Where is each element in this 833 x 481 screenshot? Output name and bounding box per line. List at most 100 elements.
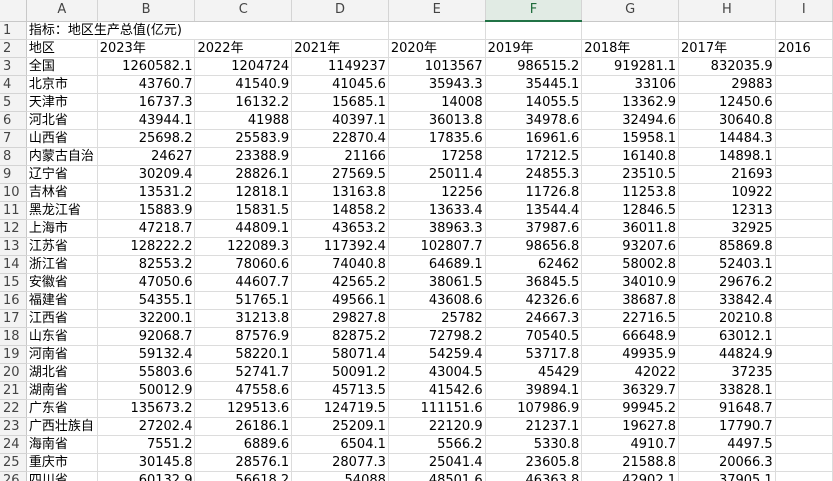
value-cell[interactable]: 34978.6: [485, 111, 583, 130]
value-cell[interactable]: 51765.1: [194, 291, 293, 310]
row-header-3[interactable]: 3: [0, 57, 27, 76]
value-cell[interactable]: 25041.4: [388, 453, 486, 472]
value-cell[interactable]: [775, 291, 833, 310]
value-cell[interactable]: [775, 435, 833, 454]
value-cell[interactable]: 117392.4: [291, 237, 389, 256]
region-cell[interactable]: 江苏省: [26, 237, 98, 256]
value-cell[interactable]: 74040.8: [291, 255, 389, 274]
value-cell[interactable]: 33106: [581, 75, 679, 94]
row-header-13[interactable]: 13: [0, 237, 27, 256]
cell[interactable]: [775, 21, 833, 40]
data-grid[interactable]: A B C D E F G H I 1 指标：地区生产总值(亿元) 2 地区 2…: [0, 0, 833, 481]
value-cell[interactable]: 13633.4: [388, 201, 486, 220]
value-cell[interactable]: 29676.2: [678, 273, 776, 292]
cell[interactable]: [485, 21, 583, 40]
value-cell[interactable]: [775, 345, 833, 364]
region-cell[interactable]: 湖南省: [26, 381, 98, 400]
value-cell[interactable]: 28576.1: [194, 453, 293, 472]
value-cell[interactable]: 52403.1: [678, 255, 776, 274]
column-header-A[interactable]: A: [26, 0, 98, 22]
value-cell[interactable]: 60132.9: [97, 471, 196, 481]
value-cell[interactable]: 13163.8: [291, 183, 389, 202]
value-cell[interactable]: 45429: [485, 363, 583, 382]
value-cell[interactable]: 93207.6: [581, 237, 679, 256]
cell[interactable]: [581, 21, 679, 40]
cell[interactable]: [678, 21, 776, 40]
value-cell[interactable]: 21588.8: [581, 453, 679, 472]
value-cell[interactable]: 1013567: [388, 57, 486, 76]
region-cell[interactable]: 四川省: [26, 471, 98, 481]
region-cell[interactable]: 河北省: [26, 111, 98, 130]
region-cell[interactable]: 重庆市: [26, 453, 98, 472]
value-cell[interactable]: [775, 129, 833, 148]
value-cell[interactable]: 87576.9: [194, 327, 293, 346]
region-cell[interactable]: 浙江省: [26, 255, 98, 274]
row-header-19[interactable]: 19: [0, 345, 27, 364]
value-cell[interactable]: 24667.3: [485, 309, 583, 328]
column-header-G[interactable]: G: [581, 0, 679, 22]
value-cell[interactable]: [775, 219, 833, 238]
value-cell[interactable]: 107986.9: [485, 399, 583, 418]
row-header-2[interactable]: 2: [0, 39, 27, 58]
value-cell[interactable]: 15883.9: [97, 201, 196, 220]
value-cell[interactable]: 16737.3: [97, 93, 196, 112]
value-cell[interactable]: 85869.8: [678, 237, 776, 256]
row-header-5[interactable]: 5: [0, 93, 27, 112]
value-cell[interactable]: 35445.1: [485, 75, 583, 94]
row-header-26[interactable]: 26: [0, 471, 27, 481]
value-cell[interactable]: 28826.1: [194, 165, 293, 184]
value-cell[interactable]: 128222.2: [97, 237, 196, 256]
value-cell[interactable]: 34010.9: [581, 273, 679, 292]
header-cell-year[interactable]: 2018年: [581, 39, 679, 58]
value-cell[interactable]: 17790.7: [678, 417, 776, 436]
value-cell[interactable]: 91648.7: [678, 399, 776, 418]
row-header-23[interactable]: 23: [0, 417, 27, 436]
value-cell[interactable]: 41988: [194, 111, 293, 130]
value-cell[interactable]: 1149237: [291, 57, 389, 76]
value-cell[interactable]: 12846.5: [581, 201, 679, 220]
value-cell[interactable]: 32200.1: [97, 309, 196, 328]
value-cell[interactable]: 23605.8: [485, 453, 583, 472]
value-cell[interactable]: 23388.9: [194, 147, 293, 166]
region-cell[interactable]: 江西省: [26, 309, 98, 328]
value-cell[interactable]: [775, 255, 833, 274]
header-cell-year[interactable]: 2021年: [291, 39, 389, 58]
value-cell[interactable]: 58220.1: [194, 345, 293, 364]
value-cell[interactable]: 13531.2: [97, 183, 196, 202]
row-header-25[interactable]: 25: [0, 453, 27, 472]
value-cell[interactable]: [775, 417, 833, 436]
header-cell-year[interactable]: 2020年: [388, 39, 486, 58]
value-cell[interactable]: 58002.8: [581, 255, 679, 274]
value-cell[interactable]: 13362.9: [581, 93, 679, 112]
value-cell[interactable]: 42565.2: [291, 273, 389, 292]
value-cell[interactable]: 4910.7: [581, 435, 679, 454]
value-cell[interactable]: 111151.6: [388, 399, 486, 418]
column-header-D[interactable]: D: [291, 0, 389, 22]
value-cell[interactable]: 33842.4: [678, 291, 776, 310]
value-cell[interactable]: [775, 147, 833, 166]
value-cell[interactable]: 50091.2: [291, 363, 389, 382]
value-cell[interactable]: [775, 57, 833, 76]
region-cell[interactable]: 吉林省: [26, 183, 98, 202]
value-cell[interactable]: 16132.2: [194, 93, 293, 112]
value-cell[interactable]: 53717.8: [485, 345, 583, 364]
header-cell-year[interactable]: 2016: [775, 39, 833, 58]
value-cell[interactable]: 36329.7: [581, 381, 679, 400]
value-cell[interactable]: 44809.1: [194, 219, 293, 238]
value-cell[interactable]: 56618.2: [194, 471, 293, 481]
value-cell[interactable]: 30145.8: [97, 453, 196, 472]
column-header-I[interactable]: I: [775, 0, 833, 22]
header-cell-year[interactable]: 2023年: [97, 39, 196, 58]
value-cell[interactable]: 82875.2: [291, 327, 389, 346]
value-cell[interactable]: 54355.1: [97, 291, 196, 310]
header-cell-year[interactable]: 2019年: [485, 39, 583, 58]
header-cell-year[interactable]: 2022年: [194, 39, 293, 58]
value-cell[interactable]: 78060.6: [194, 255, 293, 274]
value-cell[interactable]: 21693: [678, 165, 776, 184]
value-cell[interactable]: 6889.6: [194, 435, 293, 454]
region-cell[interactable]: 上海市: [26, 219, 98, 238]
value-cell[interactable]: 36013.8: [388, 111, 486, 130]
value-cell[interactable]: 14898.1: [678, 147, 776, 166]
value-cell[interactable]: 92068.7: [97, 327, 196, 346]
row-header-7[interactable]: 7: [0, 129, 27, 148]
